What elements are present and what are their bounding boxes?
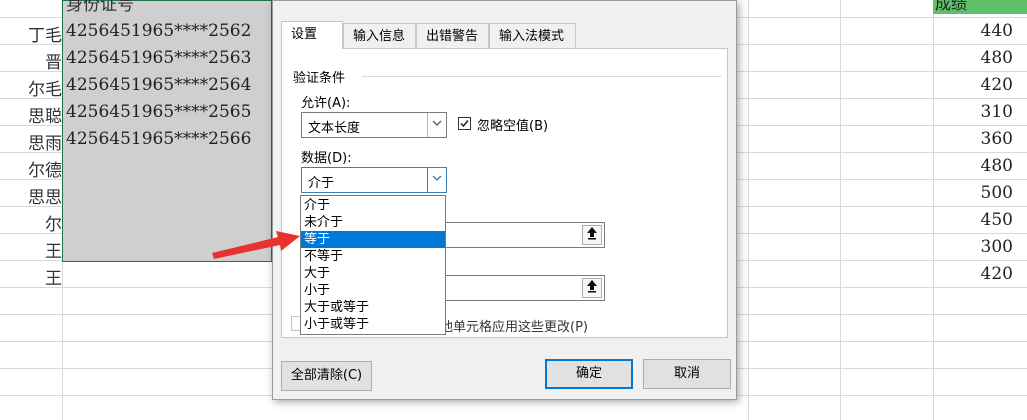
tab-settings[interactable]: 设置: [281, 21, 343, 49]
option-less-than[interactable]: 小于: [301, 282, 445, 299]
score-column-header[interactable]: 成绩: [933, 0, 1027, 14]
tab-error-alert[interactable]: 出错警告: [416, 23, 489, 49]
id-column-header: 身份证号: [66, 0, 134, 15]
grid-line: [933, 0, 934, 420]
section-divider: [362, 76, 722, 77]
range-select-icon[interactable]: [582, 225, 602, 245]
name-cell[interactable]: 王: [0, 264, 62, 289]
id-cell[interactable]: 4256451965****2562: [66, 21, 251, 41]
data-options-list[interactable]: 介于 未介于 等于 不等于 大于 小于 大于或等于 小于或等于: [300, 195, 446, 335]
score-header-label: 成绩: [935, 0, 968, 13]
score-cell[interactable]: 300: [981, 237, 1013, 257]
name-cell[interactable]: 思聪: [0, 102, 62, 127]
score-cell[interactable]: 310: [981, 102, 1013, 122]
data-select-value: 介于: [308, 176, 335, 191]
score-cell[interactable]: 420: [981, 264, 1013, 284]
id-cell[interactable]: 4256451965****2565: [66, 102, 251, 122]
ignore-blank-label[interactable]: 忽略空值(B): [477, 115, 548, 134]
option-greater-or-equal[interactable]: 大于或等于: [301, 299, 445, 316]
tab-ime-mode[interactable]: 输入法模式: [489, 23, 576, 49]
grid-line: [840, 0, 841, 420]
score-cell[interactable]: 450: [981, 210, 1013, 230]
score-cell[interactable]: 360: [981, 129, 1013, 149]
chevron-down-icon[interactable]: [427, 113, 446, 137]
option-not-equal-to[interactable]: 不等于: [301, 248, 445, 265]
option-between[interactable]: 介于: [301, 197, 445, 214]
score-cell[interactable]: 440: [981, 21, 1013, 41]
tab-input-message[interactable]: 输入信息: [343, 23, 416, 49]
name-cell[interactable]: 王: [0, 237, 62, 262]
score-cell[interactable]: 480: [981, 156, 1013, 176]
allow-label: 允许(A):: [301, 96, 351, 111]
validation-criteria-title: 验证条件: [293, 71, 346, 86]
id-cell[interactable]: 4256451965****2564: [66, 75, 251, 95]
range-select-icon[interactable]: [582, 278, 602, 298]
checkmark-icon: [460, 120, 469, 128]
option-not-between[interactable]: 未介于: [301, 214, 445, 231]
allow-select[interactable]: 文本长度: [301, 112, 447, 138]
name-cell[interactable]: 思雨: [0, 129, 62, 154]
grid-line: [748, 0, 749, 420]
id-cell[interactable]: 4256451965****2566: [66, 129, 251, 149]
name-cell[interactable]: 思思: [0, 183, 62, 208]
score-cell[interactable]: 420: [981, 75, 1013, 95]
name-cell[interactable]: 丁毛: [0, 21, 62, 46]
name-cell[interactable]: 尔: [0, 210, 62, 235]
name-cell[interactable]: 晋: [0, 48, 62, 73]
option-equal-to[interactable]: 等于: [301, 231, 445, 248]
ok-button[interactable]: 确定: [545, 359, 633, 389]
score-cell[interactable]: 500: [981, 183, 1013, 203]
data-label: 数据(D):: [301, 151, 352, 166]
score-cell[interactable]: 480: [981, 48, 1013, 68]
chevron-down-icon[interactable]: [427, 168, 446, 192]
allow-select-value: 文本长度: [308, 121, 361, 136]
name-cell[interactable]: 尔德: [0, 156, 62, 181]
option-greater-than[interactable]: 大于: [301, 265, 445, 282]
data-select[interactable]: 介于: [301, 167, 447, 193]
name-cell[interactable]: 尔毛: [0, 75, 62, 100]
apply-to-all-label[interactable]: 他单元格应用这些更改(P): [440, 316, 588, 335]
ignore-blank-checkbox[interactable]: [458, 117, 471, 130]
option-less-or-equal[interactable]: 小于或等于: [301, 316, 445, 333]
clear-all-button[interactable]: 全部清除(C): [281, 361, 372, 391]
id-cell[interactable]: 4256451965****2563: [66, 48, 251, 68]
cancel-button[interactable]: 取消: [643, 359, 731, 389]
